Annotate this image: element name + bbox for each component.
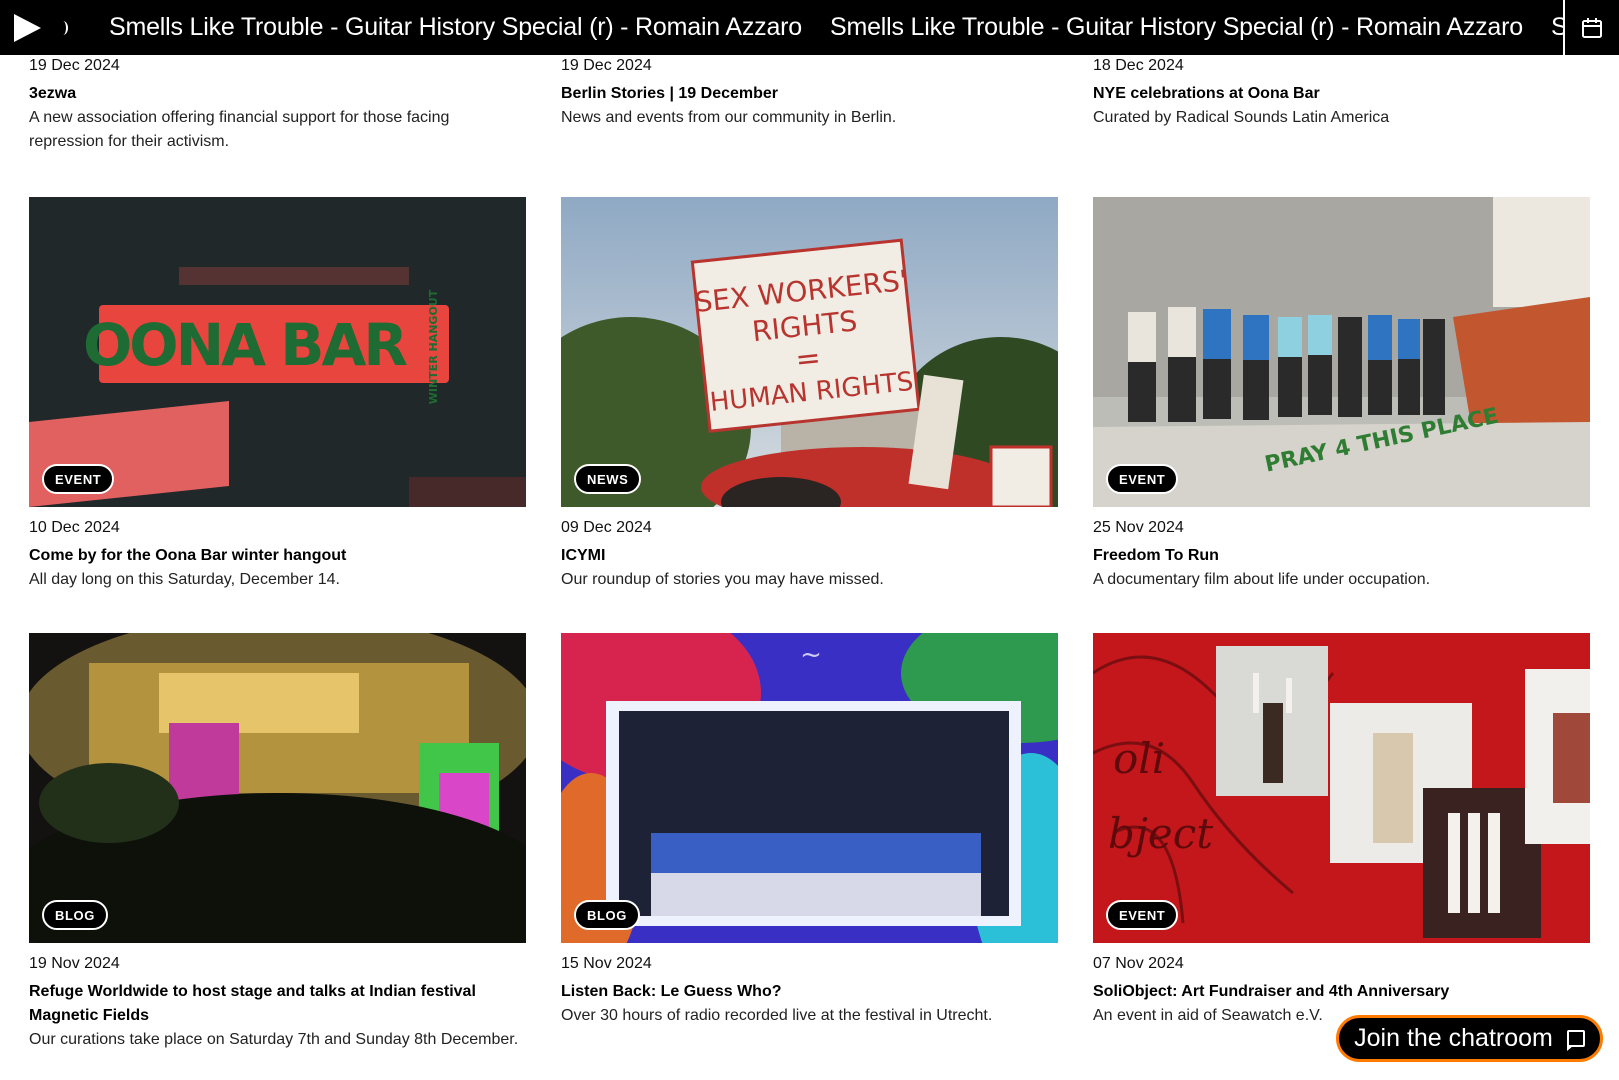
category-tag: EVENT <box>42 464 115 494</box>
card-date: 19 Nov 2024 <box>29 955 120 972</box>
card-title[interactable]: 3ezwa <box>29 82 526 106</box>
card-date: 09 Dec 2024 <box>561 519 652 536</box>
soli-text-2: bject <box>1108 809 1213 858</box>
ticker-item: Sm <box>1550 13 1563 41</box>
schedule-button[interactable] <box>1563 0 1619 55</box>
card-image[interactable]: OONA BAR WINTER HANGOUT EVENT <box>29 197 526 507</box>
sign-line-3: = <box>794 340 823 377</box>
card-date: 25 Nov 2024 <box>1093 519 1184 536</box>
oona-side-text: WINTER HANGOUT <box>427 289 440 404</box>
card-date: 18 Dec 2024 <box>1093 57 1184 74</box>
card-image[interactable]: oli bject EVENT <box>1093 633 1590 943</box>
card-image[interactable]: PRAY 4 THIS PLACE EVENT <box>1093 197 1590 507</box>
loading-icon <box>58 20 68 35</box>
card-image[interactable]: ~ BLOG <box>561 633 1058 943</box>
category-tag: EVENT <box>1106 900 1179 930</box>
category-tag: EVENT <box>1106 464 1179 494</box>
article-card[interactable]: 18 Dec 2024 NYE celebrations at Oona Bar… <box>1093 57 1590 130</box>
article-card[interactable]: 19 Dec 2024 Berlin Stories | 19 December… <box>561 57 1058 130</box>
card-description: News and events from our community in Be… <box>561 109 897 126</box>
chat-bubble-icon <box>1566 1030 1585 1051</box>
card-date: 19 Dec 2024 <box>29 57 120 74</box>
category-tag: NEWS <box>574 464 642 494</box>
calendar-icon <box>1582 17 1602 38</box>
card-description: Our roundup of stories you may have miss… <box>561 571 884 588</box>
article-card[interactable]: 19 Dec 2024 3ezwa A new association offe… <box>29 57 526 154</box>
card-title[interactable]: NYE celebrations at Oona Bar <box>1093 82 1590 106</box>
card-title[interactable]: Freedom To Run <box>1093 544 1590 568</box>
card-image[interactable]: SEX WORKERS' RIGHTS = HUMAN RIGHTS NEWS <box>561 197 1058 507</box>
card-description: Over 30 hours of radio recorded live at … <box>561 1007 993 1024</box>
card-title[interactable]: Refuge Worldwide to host stage and talks… <box>29 980 526 1028</box>
oona-logo: OONA BAR <box>83 311 407 379</box>
card-description: Our curations take place on Saturday 7th… <box>29 1031 519 1048</box>
card-description: All day long on this Saturday, December … <box>29 571 340 588</box>
card-title[interactable]: SoliObject: Art Fundraiser and 4th Anniv… <box>1093 980 1590 1004</box>
card-date: 19 Dec 2024 <box>561 57 652 74</box>
card-date: 07 Nov 2024 <box>1093 955 1184 972</box>
card-date: 15 Nov 2024 <box>561 955 652 972</box>
ticker-item: Smells Like Trouble - Guitar History Spe… <box>829 13 1523 41</box>
article-card[interactable]: ~ BLOG 15 Nov 2024 Listen Back: Le Guess… <box>561 633 1058 1028</box>
card-title[interactable]: Berlin Stories | 19 December <box>561 82 1058 106</box>
card-description: A new association offering financial sup… <box>29 109 450 150</box>
article-card[interactable]: OONA BAR WINTER HANGOUT EVENT 10 Dec 202… <box>29 197 526 592</box>
category-tag: BLOG <box>42 900 108 930</box>
neon-sign: ~ <box>800 640 822 670</box>
player-bar: Smells Like Trouble - Guitar History Spe… <box>0 0 1619 55</box>
card-image[interactable]: BLOG <box>29 633 526 943</box>
article-card[interactable]: BLOG 19 Nov 2024 Refuge Worldwide to hos… <box>29 633 526 1052</box>
play-icon <box>14 13 41 42</box>
card-title[interactable]: Come by for the Oona Bar winter hangout <box>29 544 526 568</box>
article-card[interactable]: PRAY 4 THIS PLACE EVENT 25 Nov 2024 Free… <box>1093 197 1590 592</box>
article-card[interactable]: oli bject EVENT 07 Nov 2024 SoliObject: … <box>1093 633 1590 1028</box>
ticker-item: Smells Like Trouble - Guitar History Spe… <box>109 13 802 41</box>
soli-text-1: oli <box>1113 734 1165 783</box>
card-title[interactable]: ICYMI <box>561 544 1058 568</box>
category-tag: BLOG <box>574 900 640 930</box>
card-description: Curated by Radical Sounds Latin America <box>1093 109 1390 126</box>
play-button[interactable] <box>14 6 74 49</box>
card-date: 10 Dec 2024 <box>29 519 120 536</box>
article-card[interactable]: SEX WORKERS' RIGHTS = HUMAN RIGHTS NEWS … <box>561 197 1058 592</box>
card-description: A documentary film about life under occu… <box>1093 571 1431 588</box>
now-playing-ticker[interactable]: Smells Like Trouble - Guitar History Spe… <box>109 0 1563 55</box>
join-chatroom-button[interactable]: Join the chatroom <box>1336 1015 1603 1062</box>
chat-button-label: Join the chatroom <box>1354 1024 1553 1052</box>
card-title[interactable]: Listen Back: Le Guess Who? <box>561 980 1058 1004</box>
